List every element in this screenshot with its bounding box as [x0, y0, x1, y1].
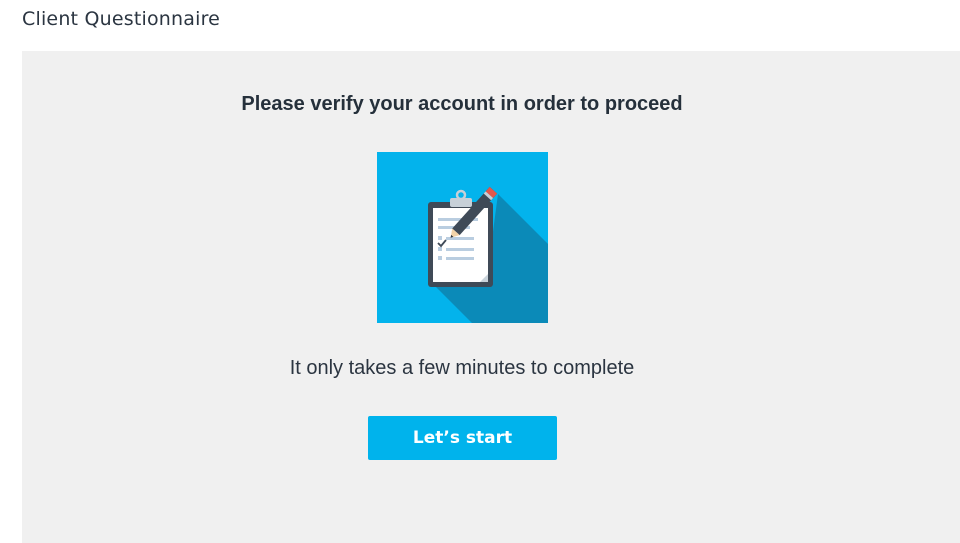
- lets-start-button[interactable]: Let’s start: [368, 416, 557, 460]
- verify-subtext: It only takes a few minutes to complete: [289, 357, 635, 379]
- verify-heading: Please verify your account in order to p…: [241, 93, 683, 115]
- clipboard-pencil-icon: [377, 152, 548, 323]
- page-title: Client Questionnaire: [22, 8, 221, 30]
- verification-panel: Please verify your account in order to p…: [22, 51, 960, 543]
